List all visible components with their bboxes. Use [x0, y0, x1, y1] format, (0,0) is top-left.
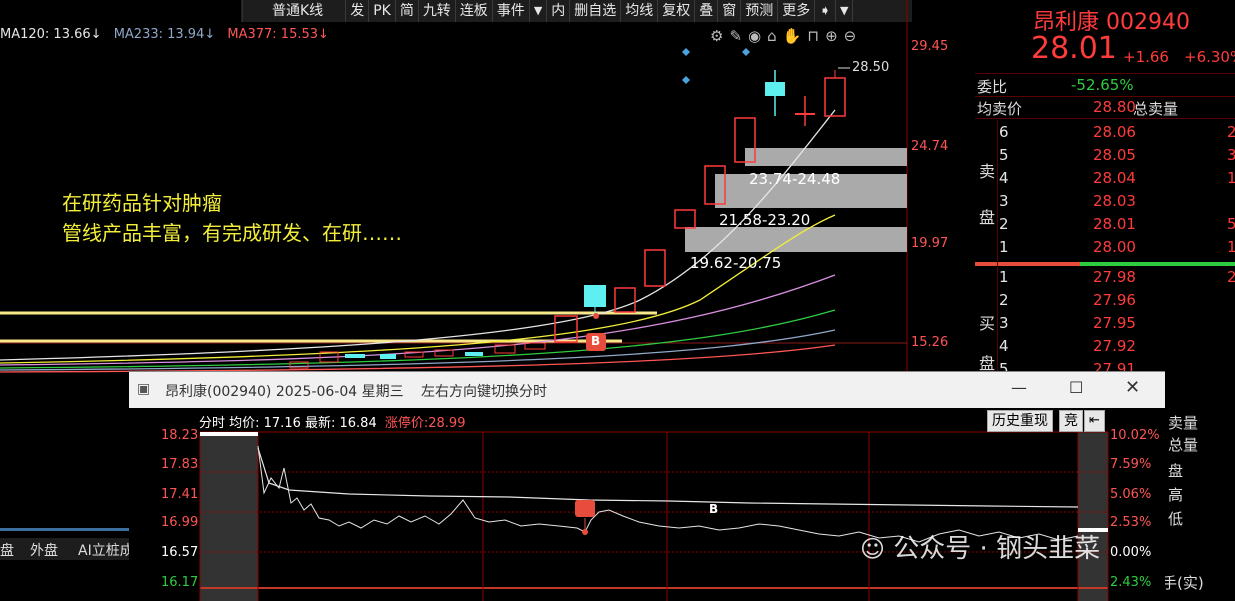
- buy-marker-dot: [582, 529, 588, 535]
- limit-up-price: 涨停价:28.99: [384, 416, 466, 431]
- buy-marker-dot: [593, 313, 599, 319]
- stock-change-pct: +6.30%: [1184, 48, 1235, 66]
- buy-order-row[interactable]: 1 27.98 2: [975, 268, 1235, 291]
- zone1-label: 23.74-24.48: [749, 170, 841, 188]
- popup-titlebar[interactable]: ▣ 昂利康(002940) 2025-06-04 星期三 左右方向键切换分时 —…: [129, 372, 1165, 408]
- intraday-status: 分时 均价: 17.16 最新: 16.84 涨停价:28.99: [199, 412, 466, 431]
- y-tick-right: 7.59%: [1110, 457, 1152, 472]
- sell-order-row[interactable]: 4 28.04 1: [975, 169, 1235, 192]
- y-tick-right: 2.43%: [1110, 575, 1152, 590]
- bottom-tabs: 盘 外盘 AI立桩成: [0, 538, 134, 560]
- avg-sell-label: 均卖价: [977, 100, 1023, 118]
- sell-order-row[interactable]: 6 28.06 2: [975, 123, 1235, 146]
- price-tick: 15.26: [911, 335, 949, 350]
- avg-sell-value: 28.80: [1093, 98, 1136, 116]
- side-label: 卖量: [1168, 414, 1199, 432]
- close-icon[interactable]: ✕: [1125, 377, 1140, 398]
- history-replay-button[interactable]: 历史重现: [987, 410, 1053, 432]
- maximize-icon[interactable]: ☐: [1069, 378, 1083, 397]
- volume-strip: [0, 528, 129, 531]
- y-tick-right: 0.00%: [1110, 545, 1152, 560]
- side-label: 总量: [1168, 436, 1199, 454]
- intraday-status-text: 分时 均价: 17.16 最新: 16.84: [199, 416, 377, 431]
- buy-marker-label: B: [709, 502, 719, 516]
- intraday-popup[interactable]: ▣ 昂利康(002940) 2025-06-04 星期三 左右方向键切换分时 —…: [129, 371, 1165, 601]
- tab-waipan[interactable]: 外盘: [30, 540, 58, 560]
- auction-area-left: [200, 432, 258, 601]
- y-tick-left: 16.57: [161, 545, 199, 560]
- side-label: 手(实): [1162, 574, 1204, 592]
- signal-diamond: [682, 76, 690, 84]
- watermark: ☺ 公众号 · 钢头韭菜: [860, 528, 1100, 565]
- avg-price-line: [257, 447, 1079, 508]
- intraday-chart[interactable]: [129, 408, 1165, 601]
- candle: [584, 285, 606, 307]
- weibi-value: -52.65%: [1071, 76, 1134, 94]
- popup-hint: 左右方向键切换分时: [421, 384, 547, 400]
- popup-title: 昂利康(002940) 2025-06-04 星期三: [165, 384, 404, 400]
- note-line-1: 在研药品针对肿瘤: [62, 191, 222, 215]
- sell-order-row[interactable]: 3 28.03: [975, 192, 1235, 215]
- candle: [465, 352, 483, 356]
- sell-order-row[interactable]: 5 28.05 3: [975, 146, 1235, 169]
- annotation-note: 在研药品针对肿瘤 管线产品丰富，有完成研发、在研……: [62, 188, 402, 248]
- divider: [975, 118, 1235, 119]
- total-sell-label: 总卖量: [1133, 100, 1179, 118]
- price-zone-3: [685, 227, 907, 252]
- weibi-label: 委比: [977, 78, 1008, 96]
- side-label: 高: [1168, 486, 1184, 504]
- divider: [975, 73, 1235, 74]
- ma-line-red: [0, 344, 836, 373]
- price-tick: 24.74: [911, 139, 949, 154]
- tab-ai[interactable]: AI立桩成: [78, 540, 134, 560]
- minimize-icon[interactable]: —: [1011, 378, 1027, 397]
- auction-open-bar: [200, 432, 258, 436]
- collapse-icon[interactable]: ⇤: [1084, 410, 1105, 432]
- signal-diamond: [682, 48, 690, 56]
- y-tick-left: 17.83: [161, 457, 199, 472]
- auction-area-right: [1078, 432, 1108, 601]
- candle: [345, 354, 365, 358]
- y-tick-left: 17.41: [161, 487, 199, 502]
- price-zone-1: [745, 148, 907, 166]
- watermark-text: 公众号 · 钢头韭菜: [893, 534, 1101, 564]
- y-tick-right: 2.53%: [1110, 515, 1152, 530]
- buy-ratio-bar: [975, 262, 1080, 266]
- candle: [524, 342, 546, 350]
- buy-order-row[interactable]: 4 27.92: [975, 337, 1235, 360]
- y-tick-left: 16.17: [161, 575, 199, 590]
- stock-change: +1.66: [1123, 48, 1169, 66]
- auction-button[interactable]: 竞: [1059, 410, 1083, 432]
- high-price-label: 28.50: [852, 60, 890, 75]
- buy-marker-label: B: [591, 334, 601, 348]
- y-tick-right: 5.06%: [1110, 487, 1152, 502]
- zone2-label: 21.58-23.20: [719, 211, 811, 229]
- buy-order-row[interactable]: 2 27.96: [975, 291, 1235, 314]
- signal-diamond: [742, 48, 750, 56]
- sell-order-row[interactable]: 1 28.00 1: [975, 238, 1235, 261]
- price-tick: 29.45: [911, 39, 949, 54]
- y-tick-right: 10.02%: [1110, 428, 1160, 443]
- candle: [674, 209, 696, 229]
- y-tick-left: 18.23: [161, 428, 199, 443]
- side-label: 低: [1168, 510, 1184, 528]
- sell-order-row[interactable]: 2 28.01 5: [975, 215, 1235, 238]
- tab-pan[interactable]: 盘: [0, 540, 14, 560]
- wechat-icon: ☺: [860, 535, 886, 563]
- zone3-label: 19.62-20.75: [690, 254, 782, 272]
- note-line-2: 管线产品丰富，有完成研发、在研……: [62, 221, 402, 245]
- candle: [380, 354, 396, 359]
- buy-marker-badge: [575, 500, 595, 517]
- y-tick-left: 16.99: [161, 515, 199, 530]
- buy-order-row[interactable]: 3 27.95: [975, 314, 1235, 337]
- divider: [975, 96, 1235, 97]
- app-icon: ▣: [137, 381, 151, 397]
- stock-price: 28.01: [1031, 31, 1117, 66]
- sell-ratio-bar: [1080, 262, 1235, 266]
- side-label: 盘: [1168, 462, 1184, 480]
- price-tick: 19.97: [911, 236, 949, 251]
- ma-line-green: [0, 309, 836, 369]
- candle: [644, 249, 666, 287]
